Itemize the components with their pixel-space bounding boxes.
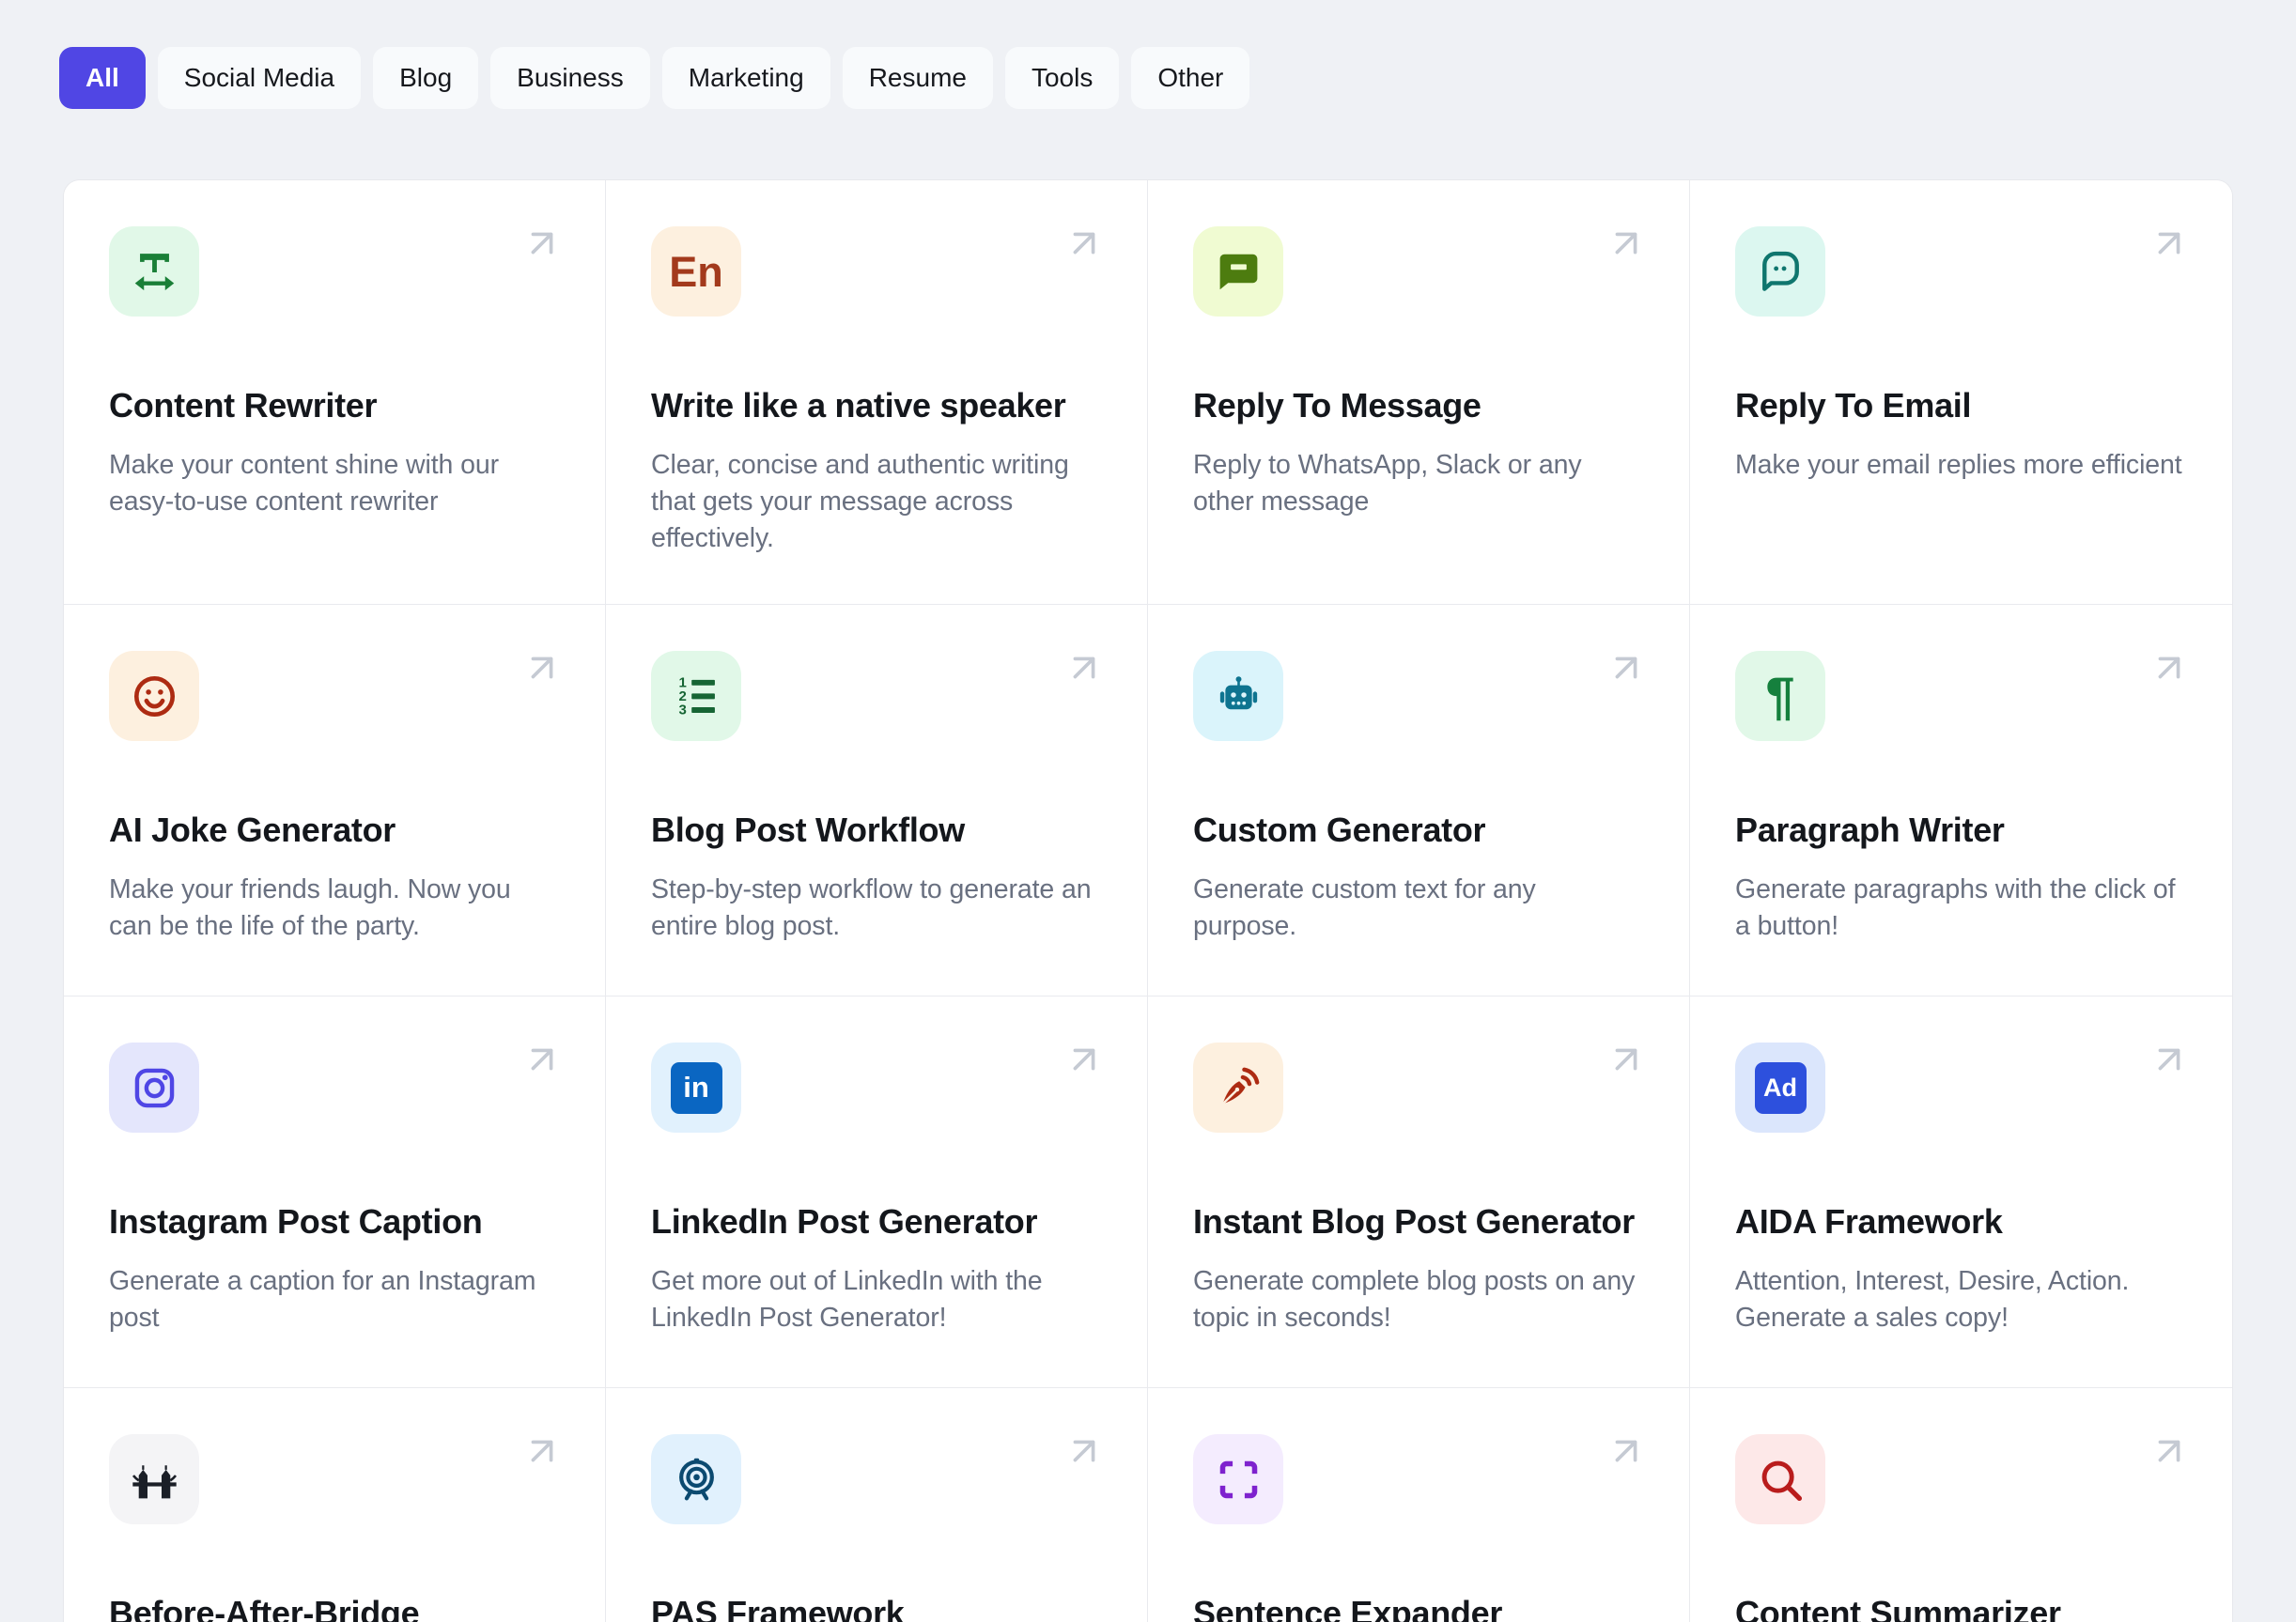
arrow-up-right-icon[interactable] [1605,222,1648,265]
linkedin-icon: in [651,1043,741,1133]
tool-card[interactable]: AI Joke Generator Make your friends laug… [64,605,606,996]
tool-card[interactable]: PAS Framework [606,1388,1148,1622]
card-title: Sentence Expander [1193,1594,1503,1622]
card-description: Make your email replies more efficient [1735,450,2182,480]
pilcrow-icon: ¶ [1735,651,1825,741]
robot-icon [1193,651,1283,741]
arrow-up-right-icon[interactable] [520,222,564,265]
card-title: Reply To Email [1735,386,1972,425]
arrow-up-right-icon[interactable] [1063,1038,1106,1081]
filter-pill-marketing[interactable]: Marketing [661,47,830,109]
card-description: Generate complete blog posts on any topi… [1193,1266,1636,1333]
tool-card[interactable]: Instagram Post Caption Generate a captio… [64,996,606,1388]
arrow-up-right-icon[interactable] [1063,222,1106,265]
card-description: Attention, Interest, Desire, Action. Gen… [1735,1266,2130,1333]
instagram-icon [109,1043,199,1133]
filter-pill-other[interactable]: Other [1131,47,1250,109]
card-description: Make your friends laugh. Now you can be … [109,874,511,941]
card-title: PAS Framework [651,1594,905,1622]
target-icon [651,1434,741,1524]
filter-pill-all[interactable]: All [59,47,146,109]
card-title: Custom Generator [1193,811,1486,849]
card-description: Clear, concise and authentic writing tha… [651,450,1069,553]
arrow-up-right-icon[interactable] [1605,646,1648,689]
tool-card[interactable]: Content Rewriter Make your content shine… [64,180,606,605]
tool-card[interactable]: Ad AIDA Framework Attention, Interest, D… [1690,996,2232,1388]
tool-card[interactable]: Content Summarizer [1690,1388,2232,1622]
tool-card[interactable]: Reply To Message Reply to WhatsApp, Slac… [1148,180,1690,605]
arrow-up-right-icon[interactable] [520,1429,564,1473]
card-description: Generate custom text for any purpose. [1193,874,1536,941]
chat-dots-icon [1735,226,1825,317]
card-title: Instagram Post Caption [109,1202,483,1241]
card-description: Make your content shine with our easy-to… [109,450,500,517]
card-title: Write like a native speaker [651,386,1066,425]
text-width-icon [109,226,199,317]
pen-signal-icon [1193,1043,1283,1133]
expand-corners-icon [1193,1434,1283,1524]
tool-card[interactable]: Custom Generator Generate custom text fo… [1148,605,1690,996]
tool-card[interactable]: ¶ Paragraph Writer Generate paragraphs w… [1690,605,2232,996]
card-description: Get more out of LinkedIn with the Linked… [651,1266,1043,1333]
message-minus-icon [1193,226,1283,317]
arrow-up-right-icon[interactable] [2148,222,2191,265]
filter-pill-business[interactable]: Business [490,47,650,109]
card-title: Content Rewriter [109,386,378,425]
smile-icon [109,651,199,741]
arrow-up-right-icon[interactable] [520,646,564,689]
tools-grid: Content Rewriter Make your content shine… [63,179,2233,1622]
tool-card[interactable]: in LinkedIn Post Generator Get more out … [606,996,1148,1388]
numbered-list-icon: 123 [651,651,741,741]
card-description: Generate a caption for an Instagram post [109,1266,536,1333]
arrow-up-right-icon[interactable] [2148,1429,2191,1473]
arrow-up-right-icon[interactable] [1605,1429,1648,1473]
card-title: LinkedIn Post Generator [651,1202,1038,1241]
english-letters-icon: En [651,226,741,317]
card-description: Step-by-step workflow to generate an ent… [651,874,1092,941]
filter-pill-blog[interactable]: Blog [373,47,479,109]
bridge-icon [109,1434,199,1524]
arrow-up-right-icon[interactable] [1063,1429,1106,1473]
tool-card[interactable]: Sentence Expander [1148,1388,1690,1622]
filter-pill-resume[interactable]: Resume [842,47,993,109]
ad-badge-icon: Ad [1735,1043,1825,1133]
svg-text:3: 3 [678,702,686,718]
card-title: AIDA Framework [1735,1202,2003,1241]
arrow-up-right-icon[interactable] [2148,646,2191,689]
tool-card[interactable]: En Write like a native speaker Clear, co… [606,180,1148,605]
arrow-up-right-icon[interactable] [1605,1038,1648,1081]
tool-card[interactable]: Instant Blog Post Generator Generate com… [1148,996,1690,1388]
filter-pill-tools[interactable]: Tools [1004,47,1120,109]
tool-card[interactable]: Before-After-Bridge [64,1388,606,1622]
arrow-up-right-icon[interactable] [1063,646,1106,689]
card-description: Reply to WhatsApp, Slack or any other me… [1193,450,1582,517]
tool-card[interactable]: Reply To Email Make your email replies m… [1690,180,2232,605]
card-title: Paragraph Writer [1735,811,2005,849]
magnifier-icon [1735,1434,1825,1524]
card-title: Reply To Message [1193,386,1482,425]
filter-bar: All Social Media Blog Business Marketing Resu… [59,47,1250,109]
card-title: Before-After-Bridge [109,1594,420,1622]
card-title: Instant Blog Post Generator [1193,1202,1635,1241]
tool-card[interactable]: 123 Blog Post Workflow Step-by-step work… [606,605,1148,996]
card-title: Blog Post Workflow [651,811,965,849]
arrow-up-right-icon[interactable] [520,1038,564,1081]
filter-pill-social-media[interactable]: Social Media [157,47,362,109]
card-description: Generate paragraphs with the click of a … [1735,874,2176,941]
card-title: AI Joke Generator [109,811,396,849]
card-title: Content Summarizer [1735,1594,2061,1622]
arrow-up-right-icon[interactable] [2148,1038,2191,1081]
